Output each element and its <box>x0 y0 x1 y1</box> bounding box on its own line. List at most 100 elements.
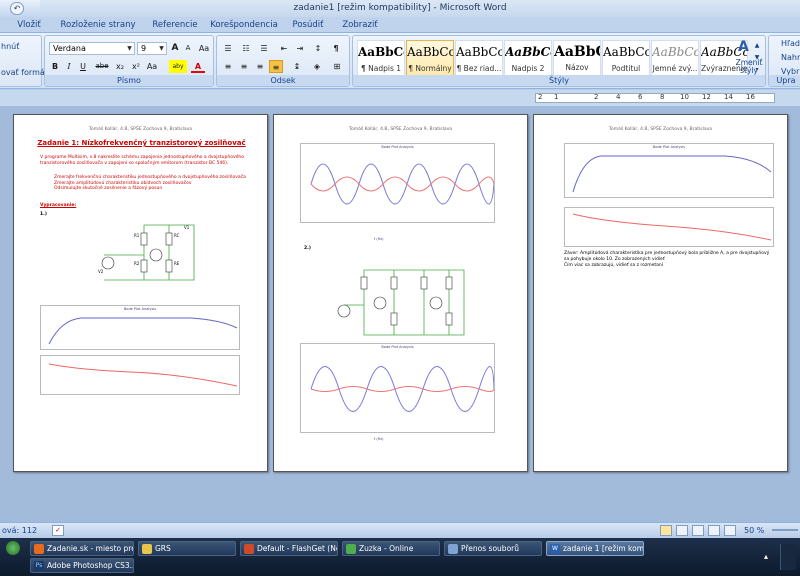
find-button[interactable]: Hľad <box>781 39 800 48</box>
flashget-icon <box>244 544 254 554</box>
task-chat[interactable]: Zuzka - Online <box>342 541 440 556</box>
italic-button[interactable]: I <box>63 60 75 73</box>
clear-format-button[interactable]: Aa <box>196 42 212 55</box>
taskbar-scroll-icon[interactable]: ▴ <box>764 552 774 562</box>
style-label: Podtitul <box>611 64 641 73</box>
style-heading1[interactable]: AaBbCcI ¶ Nadpis 1 <box>357 40 405 78</box>
circuit-diagram-1: R1 RC R2 RE V1 V2 <box>98 224 195 281</box>
proofing-icon[interactable]: ✓ <box>52 525 64 536</box>
sine-curves-1 <box>310 163 495 205</box>
font-group-label: Písmo <box>45 75 213 86</box>
replace-button[interactable]: Nahr <box>781 53 800 62</box>
bold-button[interactable]: B <box>49 60 61 73</box>
status-bar: ová: 112 ✓ 50 % <box>0 522 800 538</box>
multilevel-list-icon[interactable]: ☰ <box>257 42 271 55</box>
bode-magnitude-plot-2: Bode Plot Analysis <box>564 143 774 198</box>
style-label: ¶ Normálny <box>408 64 452 73</box>
task-transfer[interactable]: Přenos souborů <box>444 541 542 556</box>
print-layout-icon[interactable] <box>660 525 672 536</box>
zoom-slider[interactable] <box>772 529 798 531</box>
web-layout-icon[interactable] <box>692 525 704 536</box>
font-name-combo[interactable]: Verdana ▼ <box>49 42 135 55</box>
taskbar: Zadanie.sk - miesto pre... GRS Default -… <box>0 538 800 576</box>
task-list: Zmerajte frekvenčnú charakteristiku jedn… <box>54 175 250 192</box>
sort-icon[interactable]: ↕ <box>311 42 325 55</box>
page-header: Tomáš Kollár, 4.B, SPŠE Zochova 9, Brati… <box>88 127 193 132</box>
align-center-icon[interactable]: ≡ <box>237 60 251 73</box>
change-case-button[interactable]: Aa <box>145 60 159 73</box>
ruler-mark: 6 <box>638 93 643 101</box>
style-title[interactable]: AaBbC Názov <box>553 40 601 78</box>
numbering-icon[interactable]: ☷ <box>239 42 253 55</box>
tab-view[interactable]: Zobraziť <box>334 19 386 33</box>
sine-curves-2 <box>310 366 495 412</box>
decrease-indent-icon[interactable]: ⇤ <box>277 42 291 55</box>
bullets-icon[interactable]: ☰ <box>221 42 235 55</box>
underline-button[interactable]: U <box>77 60 89 73</box>
document-area[interactable]: Tomáš Kollár, 4.B, SPŠE Zochova 9, Brati… <box>0 106 800 522</box>
format-painter-button[interactable]: ovať formát <box>1 68 48 77</box>
pilcrow-icon[interactable]: ¶ <box>329 42 343 55</box>
font-size-combo[interactable]: 9 ▼ <box>137 42 167 55</box>
ruler-mark: 1 <box>554 93 559 101</box>
style-subtle-emphasis[interactable]: AaBbCcL Jemné zvý... <box>651 40 699 78</box>
superscript-button[interactable]: x² <box>129 60 143 73</box>
style-sample: AaBbC <box>554 44 600 60</box>
task-flashget[interactable]: Default - FlashGet (Ne... <box>240 541 338 556</box>
style-heading2[interactable]: AaBbCc Nadpis 2 <box>504 40 552 78</box>
shading-icon[interactable]: ◈ <box>309 60 325 73</box>
tab-insert[interactable]: Vložiť <box>8 19 50 33</box>
bode-phase-plot <box>40 355 240 395</box>
tab-mailings[interactable]: Korešpondencia <box>206 19 282 33</box>
line-spacing-icon[interactable]: ↨ <box>289 60 305 73</box>
task-label: GRS <box>155 544 171 553</box>
plot-title: Bode Plot Analysis <box>381 145 414 149</box>
outline-icon[interactable] <box>708 525 720 536</box>
start-icon[interactable] <box>6 541 20 555</box>
folder-icon <box>142 544 152 554</box>
grow-font-button[interactable]: A <box>169 42 181 55</box>
zoom-level[interactable]: 50 % <box>744 526 764 535</box>
task-folder[interactable]: GRS <box>138 541 236 556</box>
plot-title: Bode Plot Analysis <box>381 345 414 349</box>
tab-page-layout[interactable]: Rozloženie strany <box>52 19 144 33</box>
fullscreen-icon[interactable] <box>676 525 688 536</box>
align-right-icon[interactable]: ≡ <box>253 60 267 73</box>
strikethrough-button[interactable]: abe <box>93 60 111 73</box>
svg-text:V1: V1 <box>184 225 190 230</box>
change-styles-button[interactable]: A Zmeniť štýly <box>732 35 766 87</box>
subscript-button[interactable]: x₂ <box>113 60 127 73</box>
style-subtitle[interactable]: AaBbCcI Podtitul <box>602 40 650 78</box>
task-word[interactable]: W zadanie 1 [režim komp... <box>546 541 644 556</box>
svg-text:V2: V2 <box>98 269 104 274</box>
style-normal[interactable]: AaBbCcI ¶ Normálny <box>406 40 454 78</box>
bode-phase-plot-2 <box>564 207 774 247</box>
task-photoshop[interactable]: Ps Adobe Photoshop CS3... <box>30 558 134 573</box>
style-no-spacing[interactable]: AaBbCcI ¶ Bez riad... <box>455 40 503 78</box>
cut-button[interactable]: hnúť <box>1 42 19 51</box>
tab-review[interactable]: Posúdiť <box>284 19 332 33</box>
style-sample: AaBbCcL <box>652 45 698 59</box>
task-firefox[interactable]: Zadanie.sk - miesto pre... <box>30 541 134 556</box>
word-count[interactable]: ová: 112 <box>2 526 37 535</box>
ruler-mark: 14 <box>724 93 733 101</box>
borders-icon[interactable]: ⊞ <box>329 60 345 73</box>
align-left-icon[interactable]: ≡ <box>221 60 235 73</box>
draft-icon[interactable] <box>724 525 736 536</box>
horizontal-ruler[interactable]: 2 1 2 4 6 8 10 12 14 16 <box>535 93 775 103</box>
view-buttons <box>660 525 740 536</box>
section-label: 2.) <box>304 246 311 251</box>
section-label: 1.) <box>40 212 47 217</box>
conclusion-text-2: Čím viac sa zobrazujú, vidieť sa z rozme… <box>564 263 664 268</box>
font-color-button[interactable]: A <box>191 60 205 73</box>
shrink-font-button[interactable]: A <box>182 42 194 55</box>
increase-indent-icon[interactable]: ⇥ <box>293 42 307 55</box>
highlight-button[interactable]: aby <box>169 60 187 73</box>
justify-icon[interactable]: ≡ <box>269 60 283 73</box>
tab-references[interactable]: Referencie <box>146 19 204 33</box>
ruler-mark: 2 <box>538 93 543 101</box>
ribbon: hnúť ovať formát Verdana ▼ 9 ▼ A A Aa B … <box>0 33 800 89</box>
list-item: Zmerajte frekvenčnú charakteristiku jedn… <box>54 175 246 180</box>
style-sample: AaBbCcI <box>358 45 404 59</box>
magnitude-curve <box>48 317 238 345</box>
